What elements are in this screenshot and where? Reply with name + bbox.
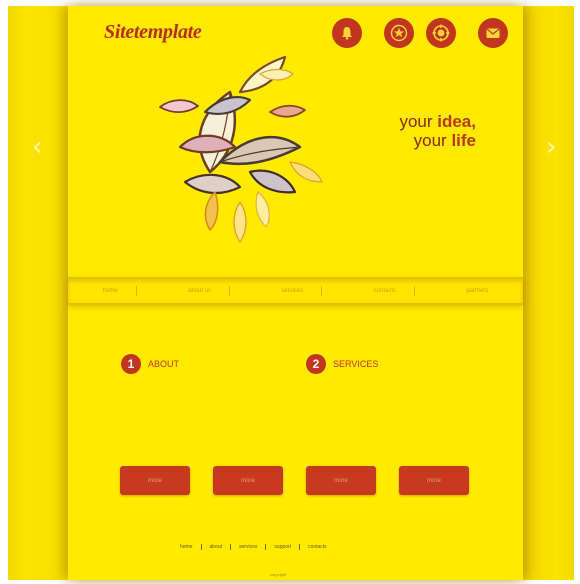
mail-icon[interactable]: [478, 18, 508, 48]
site-logo[interactable]: Sitetemplate: [104, 21, 202, 44]
bell-icon[interactable]: [332, 18, 362, 48]
footer-copyright: copyright: [270, 572, 287, 577]
tagline-bold-2: life: [451, 131, 476, 150]
footer-link-services[interactable]: services: [231, 544, 267, 550]
nav-item-about[interactable]: about us: [170, 286, 231, 296]
section-about-heading: 1 ABOUT: [121, 354, 179, 374]
main-nav-bar: home about us services contacts partners: [68, 277, 523, 305]
section-label: ABOUT: [148, 359, 180, 369]
slider-prev-arrow[interactable]: ‹: [32, 132, 42, 162]
more-button-1[interactable]: more: [120, 466, 190, 495]
tagline-prefix-1: your: [399, 112, 438, 131]
more-button-2[interactable]: more: [213, 466, 283, 495]
nav-item-partners[interactable]: partners: [448, 286, 506, 296]
section-services-heading: 2 SERVICES: [306, 354, 378, 374]
section-label: SERVICES: [333, 359, 379, 369]
star-icon[interactable]: [384, 18, 414, 48]
hero-tagline: your idea, your life: [336, 112, 476, 150]
tagline-bold-1: idea,: [437, 112, 476, 131]
tagline-prefix-2: your: [413, 131, 452, 150]
tagline-line-2: your life: [336, 131, 476, 150]
nav-item-home[interactable]: home: [85, 286, 137, 296]
slider-next-arrow[interactable]: ›: [546, 132, 556, 162]
more-button-4[interactable]: more: [399, 466, 469, 495]
section-number-badge: 2: [306, 354, 326, 374]
leaves-illustration: [159, 55, 323, 243]
target-icon[interactable]: [426, 18, 456, 48]
footer-nav: home about services support contacts: [172, 544, 335, 550]
footer-link-support[interactable]: support: [266, 544, 301, 550]
more-button-3[interactable]: more: [306, 466, 376, 495]
nav-item-contacts[interactable]: contacts: [356, 286, 416, 296]
nav-item-services[interactable]: services: [263, 286, 323, 296]
section-number-badge: 1: [121, 354, 141, 374]
footer-link-contacts[interactable]: contacts: [300, 544, 335, 550]
tagline-line-1: your idea,: [336, 112, 476, 131]
footer-link-about[interactable]: about: [202, 544, 232, 550]
footer-link-home[interactable]: home: [172, 544, 202, 550]
